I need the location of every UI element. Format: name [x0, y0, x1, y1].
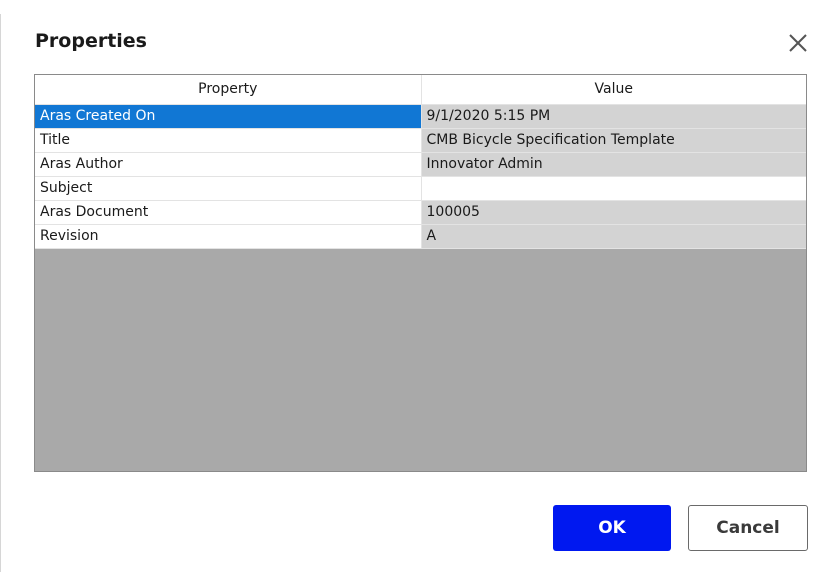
value-cell[interactable]	[420, 175, 806, 201]
table-row[interactable]: Subject	[35, 175, 806, 201]
column-header-value[interactable]: Value	[420, 75, 806, 105]
cancel-button[interactable]: Cancel	[688, 505, 808, 551]
close-icon	[782, 27, 814, 59]
property-cell[interactable]: Revision	[35, 223, 422, 249]
dialog-border	[0, 14, 1, 572]
properties-grid: Property Value Aras Created On 9/1/2020 …	[34, 74, 807, 472]
value-cell[interactable]: 100005	[420, 199, 806, 225]
property-cell[interactable]: Title	[35, 127, 422, 153]
table-row[interactable]: Title CMB Bicycle Specification Template	[35, 127, 806, 153]
property-cell[interactable]: Aras Document	[35, 199, 422, 225]
value-cell[interactable]: A	[420, 223, 806, 249]
close-button[interactable]	[782, 27, 814, 59]
properties-dialog: Properties Property Value Aras Created O…	[0, 0, 819, 572]
column-header-property[interactable]: Property	[35, 75, 422, 105]
header-row: Property Value	[35, 75, 806, 105]
property-cell[interactable]: Aras Created On	[35, 103, 422, 129]
table-row[interactable]: Revision A	[35, 223, 806, 249]
value-cell[interactable]: CMB Bicycle Specification Template	[420, 127, 806, 153]
dialog-title: Properties	[35, 30, 147, 52]
properties-table: Property Value Aras Created On 9/1/2020 …	[35, 75, 806, 249]
ok-button[interactable]: OK	[553, 505, 671, 551]
table-row[interactable]: Aras Document 100005	[35, 199, 806, 225]
property-cell[interactable]: Aras Author	[35, 151, 422, 177]
table-row[interactable]: Aras Author Innovator Admin	[35, 151, 806, 177]
property-cell[interactable]: Subject	[35, 175, 422, 201]
table-row[interactable]: Aras Created On 9/1/2020 5:15 PM	[35, 103, 806, 129]
value-cell[interactable]: 9/1/2020 5:15 PM	[420, 103, 806, 129]
value-cell[interactable]: Innovator Admin	[420, 151, 806, 177]
